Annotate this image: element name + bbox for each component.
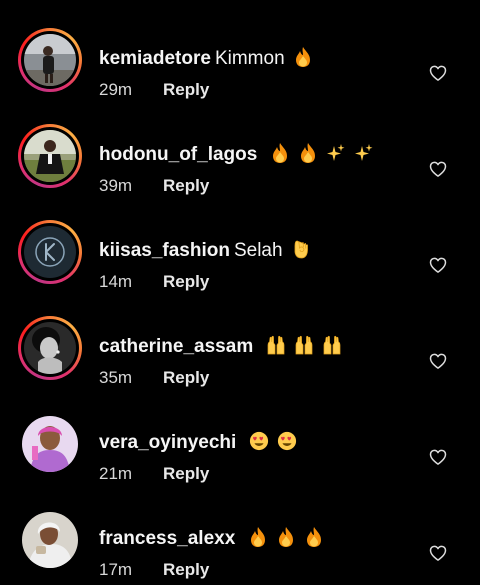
heart-eyes-emoji-icon	[277, 431, 296, 451]
heart-outline-icon[interactable]	[428, 159, 448, 179]
heart-eyes-emoji-icon	[249, 431, 268, 451]
heart-outline-icon[interactable]	[428, 543, 448, 563]
comment-timestamp: 14m	[99, 272, 133, 291]
raised-hands-emoji-icon	[323, 335, 341, 355]
heart-outline-icon[interactable]	[428, 351, 448, 371]
comment-text: Kimmon	[214, 48, 285, 69]
comment-timestamp: 21m	[99, 464, 133, 483]
comment-item: catherine_assam 35m Reply	[0, 316, 480, 412]
avatar[interactable]	[24, 226, 76, 278]
comment-timestamp: 35m	[99, 368, 133, 387]
fire-emoji-icon	[300, 143, 315, 163]
avatar[interactable]	[22, 512, 78, 568]
comment-username[interactable]: kiisas_fashion	[99, 240, 230, 261]
avatar[interactable]	[24, 322, 76, 374]
comment-item: kemiadetore Kimmon 29m Reply	[0, 28, 480, 124]
story-ring[interactable]	[18, 220, 82, 284]
comment-username[interactable]: kemiadetore	[99, 48, 211, 69]
reply-button[interactable]: Reply	[163, 176, 209, 195]
fire-emoji-icon	[278, 527, 293, 547]
avatar[interactable]	[22, 416, 78, 472]
reply-button[interactable]: Reply	[163, 272, 209, 291]
fire-emoji-icon	[307, 527, 322, 547]
comment-item: francess_alexx 17m Reply	[0, 508, 480, 585]
fire-emoji-icon	[272, 143, 287, 163]
comment-item: vera_oyinyechi 21m Reply	[0, 412, 480, 508]
avatar-container[interactable]	[18, 412, 82, 476]
fire-emoji-icon	[295, 47, 310, 67]
comment-username[interactable]: vera_oyinyechi	[99, 432, 236, 453]
fire-emoji-icon	[250, 527, 265, 547]
reply-button[interactable]: Reply	[163, 368, 209, 387]
comment-timestamp: 29m	[99, 80, 133, 99]
story-ring[interactable]	[18, 124, 82, 188]
comment-timestamp: 39m	[99, 176, 133, 195]
story-ring[interactable]	[18, 316, 82, 380]
comment-item: kiisas_fashion Selah 14m Reply	[0, 220, 480, 316]
avatar[interactable]	[24, 130, 76, 182]
heart-outline-icon[interactable]	[428, 447, 448, 467]
raised-hands-emoji-icon	[295, 335, 313, 355]
sparkles-emoji-icon	[327, 144, 345, 161]
comments-list: kemiadetoreKimmon 29mReply hodonu_of_l	[0, 0, 480, 585]
sparkles-emoji-icon	[355, 144, 373, 161]
reply-button[interactable]: Reply	[163, 464, 209, 483]
raised-hands-emoji-icon	[267, 335, 284, 355]
avatar[interactable]	[24, 34, 76, 86]
heart-outline-icon[interactable]	[428, 63, 448, 83]
comment-username[interactable]: hodonu_of_lagos	[99, 144, 257, 165]
comment-username[interactable]: catherine_assam	[99, 336, 253, 357]
heart-outline-icon[interactable]	[428, 255, 448, 275]
ok-hand-emoji-icon	[294, 240, 308, 259]
comment-item: hodonu_of_lagos 39m Reply	[0, 124, 480, 220]
comment-username[interactable]: francess_alexx	[99, 528, 235, 549]
avatar-container[interactable]	[18, 508, 82, 572]
story-ring[interactable]	[18, 28, 82, 92]
reply-button[interactable]: Reply	[163, 80, 209, 99]
comment-text: Selah	[233, 240, 283, 261]
reply-button[interactable]: Reply	[163, 560, 209, 579]
comment-timestamp: 17m	[99, 560, 133, 579]
